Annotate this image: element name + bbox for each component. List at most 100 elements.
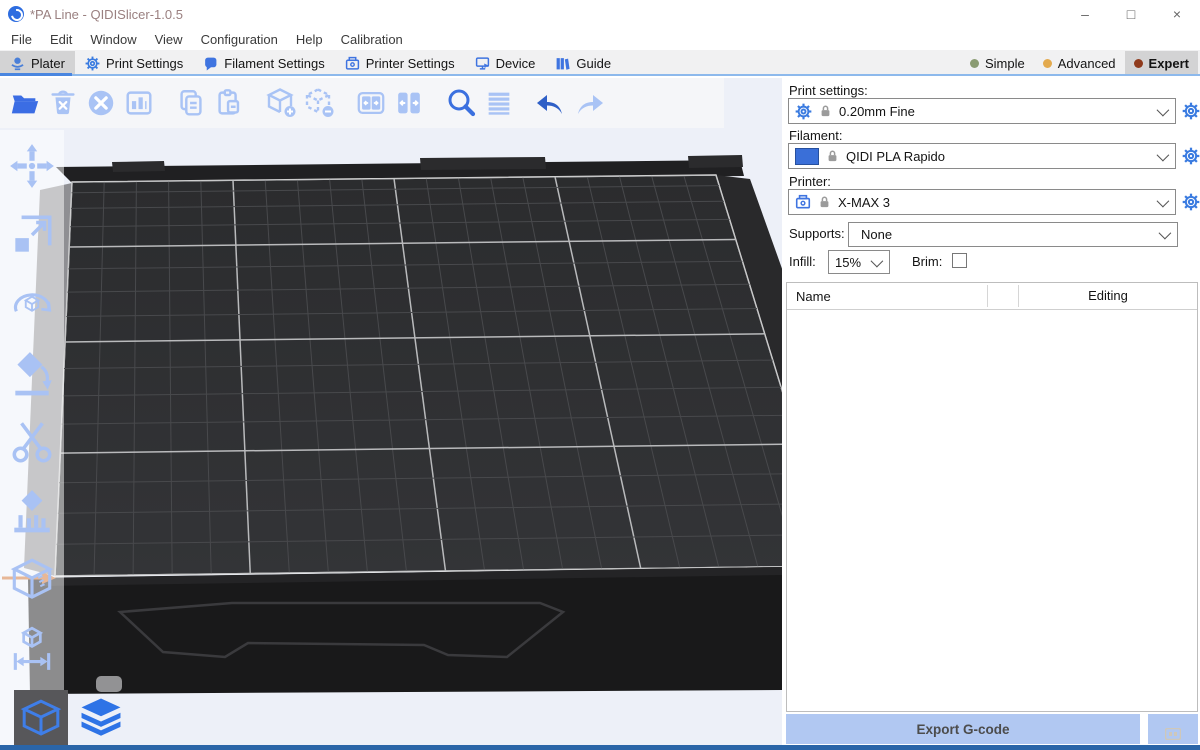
tab-bar: Plater Print Settings Filament Settings … [0, 50, 1200, 76]
move-icon [7, 141, 57, 191]
menu-edit[interactable]: Edit [41, 32, 81, 47]
scale-icon [7, 210, 57, 260]
undo-button[interactable] [534, 86, 568, 120]
delete-icon [47, 87, 79, 119]
3d-editor-view-button[interactable] [14, 690, 68, 746]
rotate-tool[interactable] [6, 278, 58, 330]
minimize-button[interactable]: – [1062, 0, 1108, 28]
tab-filament-settings[interactable]: Filament Settings [193, 51, 334, 75]
menu-file[interactable]: File [2, 32, 41, 47]
chevron-down-icon [1157, 194, 1170, 207]
export-options-button[interactable] [1148, 714, 1198, 744]
split-to-parts-icon [393, 87, 425, 119]
tab-guide[interactable]: Guide [545, 51, 621, 75]
gizmo-toolbar [0, 130, 64, 750]
tab-plater[interactable]: Plater [0, 51, 75, 75]
maximize-button[interactable]: □ [1108, 0, 1154, 28]
advanced-dot-icon [1043, 59, 1052, 68]
chevron-down-icon [1157, 103, 1170, 116]
mode-selector: Simple Advanced Expert [961, 51, 1198, 75]
close-button[interactable]: × [1154, 0, 1200, 28]
print-settings-combo[interactable]: 0.20mm Fine [788, 98, 1176, 124]
printer-combo[interactable]: X-MAX 3 [788, 189, 1176, 215]
chevron-down-icon [871, 254, 884, 267]
print-bed [55, 175, 782, 576]
print-settings-gear-button[interactable] [1182, 102, 1200, 120]
cut-tool[interactable] [6, 416, 58, 468]
app-logo-icon [8, 6, 24, 22]
plater-icon [10, 56, 25, 71]
tab-label: Plater [31, 56, 65, 71]
gear-icon [795, 103, 812, 120]
infill-combo[interactable]: 15% [828, 250, 890, 274]
wireframe-cube-icon [18, 695, 64, 741]
infill-label: Infill: [789, 254, 816, 269]
delete-button[interactable] [46, 86, 80, 120]
measure-tool[interactable] [6, 623, 58, 675]
filament-gear-button[interactable] [1182, 147, 1200, 165]
arrange-button[interactable] [122, 86, 156, 120]
gear-icon [1182, 193, 1200, 211]
tab-label: Printer Settings [366, 56, 455, 71]
printer-label: Printer: [789, 174, 831, 189]
remove-instance-button[interactable] [302, 86, 336, 120]
copy-button[interactable] [174, 86, 208, 120]
seam-painting-tool[interactable] [6, 554, 58, 606]
place-on-face-tool[interactable] [6, 347, 58, 399]
menu-configuration[interactable]: Configuration [192, 32, 287, 47]
supports-combo[interactable]: None [848, 222, 1178, 247]
scale-tool[interactable] [6, 209, 58, 261]
object-list-header: Name Editing [787, 283, 1197, 310]
infill-value: 15% [835, 255, 864, 270]
delete-all-button[interactable] [84, 86, 118, 120]
export-gcode-button[interactable]: Export G-code [786, 714, 1140, 744]
add-instance-button[interactable] [264, 86, 298, 120]
open-icon [9, 87, 41, 119]
gear-icon [1182, 147, 1200, 165]
rotate-icon [7, 279, 57, 329]
menu-calibration[interactable]: Calibration [332, 32, 412, 47]
move-tool[interactable] [6, 140, 58, 192]
mode-advanced[interactable]: Advanced [1034, 51, 1125, 75]
window-title: *PA Line - QIDISlicer-1.0.5 [30, 7, 183, 22]
search-button[interactable] [444, 86, 478, 120]
window-controls: – □ × [1062, 0, 1200, 28]
menu-bar: File Edit Window View Configuration Help… [0, 28, 1200, 50]
menu-help[interactable]: Help [287, 32, 332, 47]
paste-icon [213, 87, 245, 119]
tab-print-settings[interactable]: Print Settings [75, 51, 193, 75]
redo-button[interactable] [572, 86, 606, 120]
object-list[interactable]: Name Editing [786, 282, 1198, 712]
chevron-down-icon [1159, 227, 1172, 240]
mode-expert[interactable]: Expert [1125, 51, 1198, 75]
brim-checkbox[interactable] [952, 253, 967, 268]
open-button[interactable] [8, 86, 42, 120]
tab-device[interactable]: Device [465, 51, 546, 75]
redo-icon [572, 86, 606, 120]
main-toolbar [0, 78, 724, 128]
menu-view[interactable]: View [146, 32, 192, 47]
gear-icon [1182, 102, 1200, 120]
measure-icon [7, 624, 57, 674]
preview-sliced-view-button[interactable] [74, 690, 128, 746]
paint-supports-tool[interactable] [6, 485, 58, 537]
add-instance-icon [264, 86, 298, 120]
variable-layer-height-button[interactable] [482, 86, 516, 120]
paste-button[interactable] [212, 86, 246, 120]
column-editing: Editing [1018, 285, 1197, 307]
printer-gear-button[interactable] [1182, 193, 1200, 211]
3d-viewport[interactable] [0, 78, 782, 750]
filament-combo[interactable]: QIDI PLA Rapido [788, 143, 1176, 169]
filament-value: QIDI PLA Rapido [846, 149, 1150, 164]
cut-icon [7, 417, 57, 467]
filament-color-swatch [795, 148, 819, 165]
lock-icon [818, 195, 831, 209]
mode-simple[interactable]: Simple [961, 51, 1034, 75]
filament-icon [203, 56, 218, 71]
split-to-objects-button[interactable] [354, 86, 388, 120]
tab-printer-settings[interactable]: Printer Settings [335, 51, 465, 75]
delete-all-icon [85, 87, 117, 119]
mode-label: Advanced [1058, 56, 1116, 71]
menu-window[interactable]: Window [81, 32, 145, 47]
split-to-parts-button[interactable] [392, 86, 426, 120]
